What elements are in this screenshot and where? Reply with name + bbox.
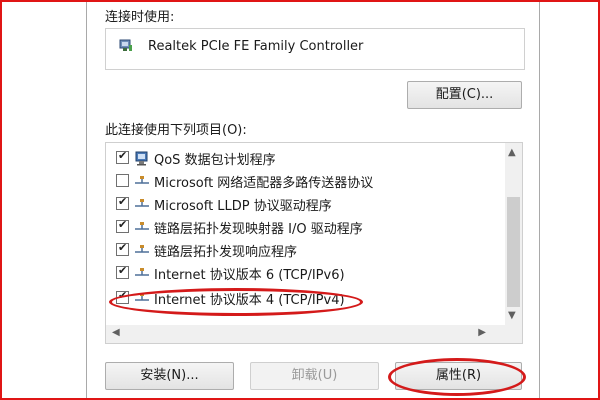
item-label: Microsoft LLDP 协议驱动程序	[154, 199, 332, 214]
network-adapter-icon	[119, 39, 132, 51]
checkmark-icon: ✔	[118, 195, 128, 208]
dialog-left-edge	[86, 0, 87, 400]
uninstall-button[interactable]: 卸载(U)	[250, 362, 379, 390]
scroll-corner	[505, 325, 522, 343]
scroll-right-icon[interactable]: ▶	[478, 327, 486, 338]
checkmark-icon: ✔	[118, 264, 128, 277]
list-item[interactable]: ✔ QoS 数据包计划程序	[106, 147, 506, 169]
checkmark-icon: ✔	[118, 149, 128, 162]
checkmark-icon: ✔	[118, 218, 128, 231]
scroll-down-icon[interactable]: ▼	[508, 310, 516, 321]
items-list: ✔ QoS 数据包计划程序 Microsoft 网络适配器多路传送器协议 ✔ Micro…	[105, 142, 523, 344]
item-label: QoS 数据包计划程序	[154, 153, 276, 168]
scroll-left-icon[interactable]: ◀	[112, 327, 120, 338]
item-checkbox[interactable]: ✔	[116, 149, 129, 164]
scroll-thumb[interactable]	[507, 197, 520, 307]
protocol-icon	[135, 293, 149, 301]
vertical-scrollbar[interactable]: ▲ ▼	[505, 143, 522, 325]
list-item[interactable]: ✔ Internet 协议版本 6 (TCP/IPv6)	[106, 262, 506, 284]
list-item[interactable]: ✔ Internet 协议版本 4 (TCP/IPv4)	[106, 287, 506, 309]
scroll-up-icon[interactable]: ▲	[508, 147, 516, 158]
list-item[interactable]: ✔ 链路层拓扑发现映射器 I/O 驱动程序	[106, 216, 506, 238]
list-item[interactable]: ✔ 链路层拓扑发现响应程序	[106, 239, 506, 261]
qos-icon	[135, 151, 148, 166]
item-label: Internet 协议版本 4 (TCP/IPv4)	[154, 293, 345, 308]
configure-button[interactable]: 配置(C)...	[407, 81, 522, 109]
horizontal-scrollbar[interactable]: ◀ ▶	[106, 325, 506, 343]
protocol-icon	[135, 176, 149, 184]
adapter-box: Realtek PCIe FE Family Controller	[105, 28, 525, 70]
protocol-icon	[135, 245, 149, 253]
adapter-name: Realtek PCIe FE Family Controller	[148, 39, 364, 54]
item-checkbox[interactable]: ✔	[116, 241, 129, 256]
item-checkbox[interactable]: ✔	[116, 289, 129, 304]
item-checkbox[interactable]: ✔	[116, 195, 129, 210]
items-label: 此连接使用下列项目(O):	[105, 123, 247, 138]
item-checkbox[interactable]: ✔	[116, 218, 129, 233]
protocol-icon	[135, 268, 149, 276]
dialog-right-edge	[539, 0, 540, 400]
properties-button[interactable]: 属性(R)	[395, 362, 522, 390]
protocol-icon	[135, 199, 149, 207]
protocol-icon	[135, 222, 149, 230]
list-item[interactable]: ✔ Microsoft LLDP 协议驱动程序	[106, 193, 506, 215]
item-checkbox[interactable]: ✔	[116, 264, 129, 279]
item-label: 链路层拓扑发现响应程序	[154, 245, 298, 260]
list-item[interactable]: Microsoft 网络适配器多路传送器协议	[106, 170, 506, 192]
item-checkbox[interactable]	[116, 174, 129, 187]
item-label: Internet 协议版本 6 (TCP/IPv6)	[154, 268, 345, 283]
checkmark-icon: ✔	[118, 241, 128, 254]
item-label: Microsoft 网络适配器多路传送器协议	[154, 176, 374, 191]
connect-using-label: 连接时使用:	[105, 10, 175, 25]
item-label: 链路层拓扑发现映射器 I/O 驱动程序	[154, 222, 363, 237]
checkmark-icon: ✔	[118, 289, 128, 302]
install-button[interactable]: 安装(N)...	[105, 362, 234, 390]
